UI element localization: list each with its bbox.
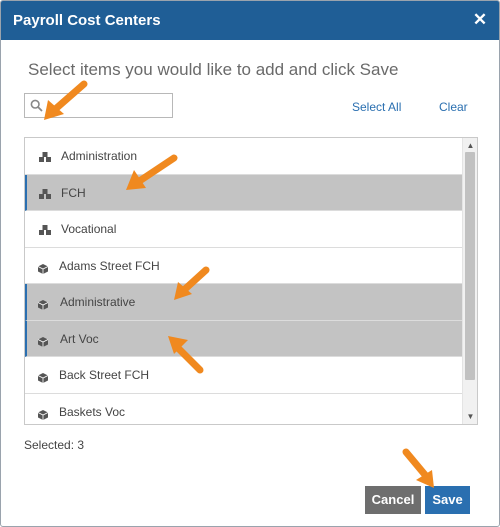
list-item-label: Administration [61, 149, 138, 163]
search-icon [30, 99, 43, 112]
group-cubes-icon [38, 223, 52, 235]
cube-icon [37, 407, 49, 420]
list-item[interactable]: Adams Street FCH [25, 247, 463, 284]
list-item[interactable]: FCH [25, 174, 463, 211]
group-cubes-icon [38, 150, 52, 162]
scrollbar[interactable]: ▲ ▼ [462, 138, 477, 424]
instruction-text: Select items you would like to add and c… [28, 60, 399, 79]
dialog: Payroll Cost Centers ✕ Select items you … [0, 0, 500, 527]
list-item-label: Vocational [61, 222, 117, 236]
cost-center-list[interactable]: Administration FCH Vocational Adams Street … [24, 137, 478, 425]
list-item-label: Administrative [60, 295, 136, 309]
scroll-down-icon[interactable]: ▼ [466, 412, 475, 421]
scroll-thumb[interactable] [465, 152, 475, 380]
list-item[interactable]: Vocational [25, 211, 463, 248]
list-item[interactable]: Back Street FCH [25, 357, 463, 394]
cube-icon [37, 370, 49, 383]
list-item-label: Adams Street FCH [59, 258, 160, 273]
scroll-up-icon[interactable]: ▲ [466, 141, 475, 150]
group-cubes-icon [38, 187, 52, 199]
list-item-label: Baskets Voc [59, 404, 126, 419]
cube-icon [37, 261, 49, 274]
cube-icon [37, 297, 49, 310]
list-item-label: Art Voc [60, 331, 99, 346]
search-field[interactable] [24, 93, 173, 118]
list-rows: Administration FCH Vocational Adams Street … [25, 138, 463, 424]
cube-icon [37, 334, 49, 347]
list-item-label: FCH [61, 185, 86, 200]
selected-count: Selected: 3 [24, 438, 85, 452]
dialog-header: Payroll Cost Centers ✕ [1, 1, 499, 40]
list-item-label: Back Street FCH [59, 368, 150, 382]
list-item[interactable]: Art Voc [25, 320, 463, 357]
close-icon[interactable]: ✕ [471, 10, 489, 30]
list-item[interactable]: Baskets Voc [25, 393, 463, 424]
dialog-title: Payroll Cost Centers [13, 12, 161, 29]
list-item[interactable]: Administrative [25, 284, 463, 321]
select-all-link[interactable]: Select All [352, 100, 401, 114]
list-item[interactable]: Administration [25, 138, 463, 175]
cancel-button[interactable]: Cancel [365, 486, 421, 514]
search-input[interactable] [45, 96, 169, 115]
clear-link[interactable]: Clear [439, 100, 468, 114]
save-button[interactable]: Save [425, 486, 470, 514]
